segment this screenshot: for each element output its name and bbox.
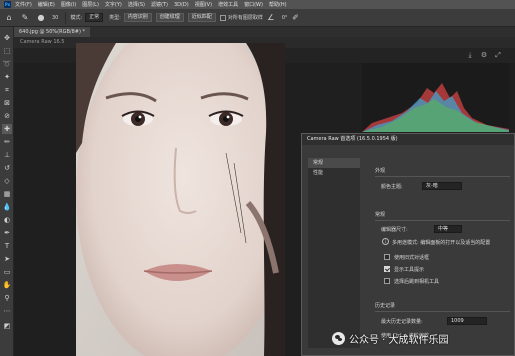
color-theme-label: 颜色主题: <box>381 184 403 190</box>
eraser-tool-icon[interactable]: ◇ <box>2 176 12 186</box>
watermark: 公众号 · 大成软件乐园 <box>332 330 449 346</box>
dodge-tool-icon[interactable]: ◐ <box>2 215 12 225</box>
divider <box>375 220 510 221</box>
menu-type[interactable]: 文字(Y) <box>105 1 122 8</box>
crop-tool-icon[interactable]: ⌗ <box>2 85 12 95</box>
wechat-icon <box>332 331 345 345</box>
sidebar-item-general[interactable]: 常规 <box>308 158 360 168</box>
zoom-tool-icon[interactable]: ⚲ <box>2 293 12 303</box>
watermark-text: 公众号 · 大成软件乐园 <box>349 334 449 346</box>
tool-bar: ✥ ⬚ ➰ ✦ ⌗ ⊠ ⊘ ✚ ✏ ⊥ ↺ ◇ ▦ 💧 ◐ ✒ T ➤ ▭ ✋ … <box>0 27 14 356</box>
divider <box>375 311 510 312</box>
shape-tool-icon[interactable]: ▭ <box>2 267 12 277</box>
color-theme-select[interactable]: 灰-暗 <box>422 182 462 190</box>
hand-tool-icon[interactable]: ✋ <box>2 280 12 290</box>
spot-healing-brush-icon[interactable]: ✎ <box>20 13 30 23</box>
divider <box>65 11 67 24</box>
settings-gear-icon[interactable]: ⚙ <box>480 51 488 59</box>
jump-to-camera-tool-checkbox[interactable] <box>384 278 390 284</box>
camera-raw-preferences-dialog: Camera Raw 首选项 (16.5.0.1954 版) 常规 性能 外观 … <box>301 133 515 356</box>
move-tool-icon[interactable]: ✥ <box>2 33 12 43</box>
history-brush-tool-icon[interactable]: ↺ <box>2 163 12 173</box>
editor-size-select[interactable]: 中等 <box>434 225 462 233</box>
save-icon[interactable]: ⤓ <box>466 51 474 59</box>
more-tools-icon[interactable]: ⋯ <box>2 306 12 316</box>
menu-bar: Ps 文件(F) 编辑(E) 图像(I) 图层(L) 文字(Y) 选择(S) 滤… <box>0 0 515 9</box>
divider <box>375 176 510 177</box>
menu-view[interactable]: 视图(V) <box>195 1 212 8</box>
sample-all-layers-label: 对所有图层取样 <box>227 15 263 21</box>
menu-filter[interactable]: 滤镜(T) <box>151 1 168 8</box>
text-tool-icon[interactable]: T <box>2 241 12 251</box>
sidebar-item-performance[interactable]: 性能 <box>308 168 360 178</box>
mode-select[interactable]: 正常 <box>85 13 104 22</box>
pressure-icon[interactable]: ✐ <box>291 13 301 23</box>
sample-all-layers-checkbox[interactable] <box>219 14 226 21</box>
pen-tool-icon[interactable]: ✒ <box>2 228 12 238</box>
angle-icon: ∠ <box>267 12 275 22</box>
lasso-tool-icon[interactable]: ➰ <box>2 59 12 69</box>
frame-tool-icon[interactable]: ⊠ <box>2 98 12 108</box>
legacy-dialog-checkbox[interactable] <box>384 254 390 260</box>
menu-layer[interactable]: 图层(L) <box>82 1 99 8</box>
histogram <box>362 63 509 132</box>
menu-edit[interactable]: 编辑(E) <box>38 1 55 8</box>
menu-file[interactable]: 文件(F) <box>15 1 32 8</box>
legacy-dialog-label: 使用旧式对话框 <box>394 255 430 261</box>
info-icon: i <box>382 238 389 245</box>
editor-size-label: 编辑器尺寸: <box>381 227 408 233</box>
photoshop-logo: Ps <box>4 1 11 8</box>
mode-label: 模式: <box>70 15 83 21</box>
fullscreen-icon[interactable]: ⤢ <box>494 51 502 59</box>
general-heading: 常规 <box>375 212 386 218</box>
path-select-tool-icon[interactable]: ➤ <box>2 254 12 264</box>
photo-preview[interactable] <box>76 43 285 356</box>
histogram-graph <box>362 63 509 132</box>
preferences-sidebar: 常规 性能 <box>308 158 360 348</box>
portrait-image <box>76 43 285 356</box>
menu-image[interactable]: 图像(I) <box>61 1 76 8</box>
document-tab[interactable]: 640.jpg @ 50%(RGB/8#) * <box>14 27 90 37</box>
menu-window[interactable]: 窗口(W) <box>244 1 263 8</box>
brush-preset-icon[interactable]: ● <box>36 13 46 23</box>
eyedropper-tool-icon[interactable]: ⊘ <box>2 111 12 121</box>
show-tooltips-checkbox[interactable] <box>384 266 390 272</box>
history-heading: 历史记录 <box>375 303 396 309</box>
show-tooltips-label: 显示工具提示 <box>394 267 425 273</box>
document-tab-bar: 640.jpg @ 50%(RGB/8#) * <box>14 27 515 37</box>
blur-tool-icon[interactable]: 💧 <box>2 202 12 212</box>
menu-plugins[interactable]: 增效工具 <box>218 1 238 8</box>
menu-3d[interactable]: 3D(D) <box>174 2 189 8</box>
menu-select[interactable]: 选择(S) <box>128 1 145 8</box>
menu-help[interactable]: 帮助(H) <box>269 1 287 8</box>
gradient-tool-icon[interactable]: ▦ <box>2 189 12 199</box>
angle-value[interactable]: 0° <box>282 15 288 21</box>
max-history-label: 最大历史记录数量: <box>381 319 423 325</box>
mode-info-text: 多用途模式: 编辑面板的打开以及适当的配置 <box>392 240 491 246</box>
jump-to-camera-tool-label: 选择后跳到相机工具 <box>394 279 440 285</box>
max-history-input[interactable]: 1009 <box>447 317 487 325</box>
marquee-tool-icon[interactable]: ⬚ <box>2 46 12 56</box>
foreground-background-color-icon[interactable]: ◩ <box>2 321 12 331</box>
type-create-texture-button[interactable]: 创建纹理 <box>155 13 184 22</box>
type-proximity-match-button[interactable]: 近似匹配 <box>187 13 216 22</box>
type-label: 类型: <box>109 15 121 21</box>
quick-select-tool-icon[interactable]: ✦ <box>2 72 12 82</box>
options-bar: ⌂ ✎ ● 30 模式: 正常 类型: 内容识别 创建纹理 近似匹配 对所有图层… <box>0 9 515 27</box>
healing-brush-tool-icon[interactable]: ✚ <box>2 124 12 134</box>
clone-stamp-tool-icon[interactable]: ⊥ <box>2 150 12 160</box>
brush-size: 30 <box>52 14 59 21</box>
appearance-heading: 外观 <box>375 168 386 174</box>
dialog-title: Camera Raw 首选项 (16.5.0.1954 版) <box>302 134 514 145</box>
type-content-aware-button[interactable]: 内容识别 <box>123 13 152 22</box>
brush-tool-icon[interactable]: ✏ <box>2 137 12 147</box>
home-icon[interactable]: ⌂ <box>4 13 14 23</box>
